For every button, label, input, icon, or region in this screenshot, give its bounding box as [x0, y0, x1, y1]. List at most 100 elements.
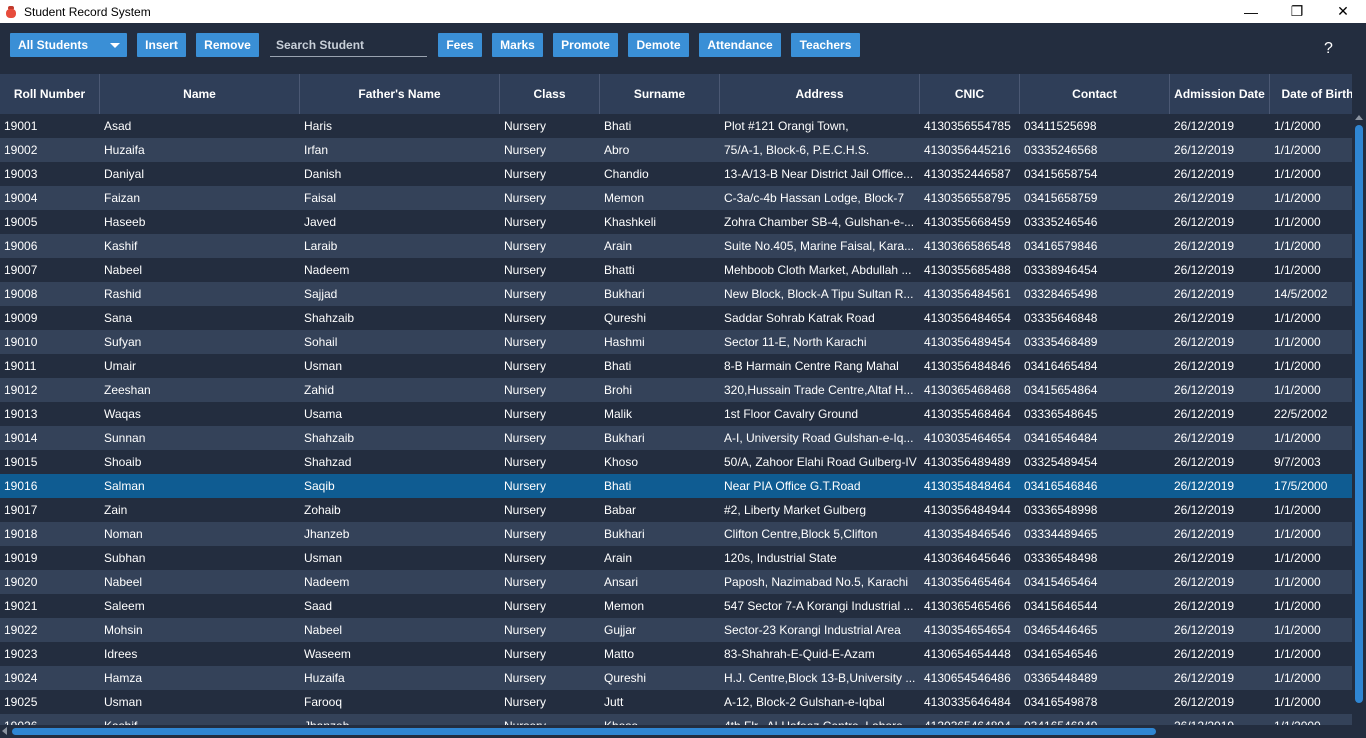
- promote-button[interactable]: Promote: [553, 33, 618, 57]
- column-header[interactable]: CNIC: [920, 74, 1020, 114]
- table-row[interactable]: 19018 Noman Jhanzeb Nursery Bukhari Clifton C…: [0, 522, 1352, 546]
- scroll-left-icon[interactable]: [2, 727, 7, 735]
- insert-button[interactable]: Insert: [137, 33, 186, 57]
- table-cell: Noman: [104, 527, 143, 541]
- column-header[interactable]: Class: [500, 74, 600, 114]
- title-bar: Student Record System — ❐ ✕: [0, 0, 1366, 23]
- table-cell: Haseeb: [104, 215, 146, 229]
- table-cell: 4130356465464: [924, 575, 1011, 589]
- table-row[interactable]: 19003 Daniyal Danish Nursery Chandio 13-A/13-…: [0, 162, 1352, 186]
- attendance-button[interactable]: Attendance: [699, 33, 781, 57]
- table-row[interactable]: 19005 Haseeb Javed Nursery Khashkeli Zohra Ch…: [0, 210, 1352, 234]
- fees-button[interactable]: Fees: [438, 33, 482, 57]
- table-row[interactable]: 19002 Huzaifa Irfan Nursery Abro 75/A-1, Bloc…: [0, 138, 1352, 162]
- column-header[interactable]: Address: [720, 74, 920, 114]
- table-row[interactable]: 19011 Umair Usman Nursery Bhati 8-B Harmain C…: [0, 354, 1352, 378]
- table-row[interactable]: 19016 Salman Saqib Nursery Bhati Near PIA Off…: [0, 474, 1352, 498]
- table-cell: 4130356554785: [924, 119, 1011, 133]
- table-cell: Nursery: [504, 191, 547, 205]
- table-cell: 1/1/2000: [1274, 383, 1321, 397]
- table-cell: Sana: [104, 311, 133, 325]
- table-cell: 4130352446587: [924, 167, 1011, 181]
- table-body: 19001 Asad Haris Nursery Bhati Plot #121 Oran…: [0, 114, 1352, 725]
- table-row[interactable]: 19013 Waqas Usama Nursery Malik 1st Floor Cav…: [0, 402, 1352, 426]
- marks-button[interactable]: Marks: [492, 33, 543, 57]
- scroll-corner: [1352, 725, 1366, 738]
- column-header[interactable]: Admission Date: [1170, 74, 1270, 114]
- table-cell: 1/1/2000: [1274, 167, 1321, 181]
- table-cell: Nursery: [504, 575, 547, 589]
- table-cell: 26/12/2019: [1174, 503, 1235, 517]
- scroll-up-icon[interactable]: [1355, 115, 1363, 120]
- horizontal-scrollbar[interactable]: [0, 725, 1366, 738]
- table-row[interactable]: 19021 Saleem Saad Nursery Memon 547 Sector 7-…: [0, 594, 1352, 618]
- table-cell: 26/12/2019: [1174, 551, 1235, 565]
- vertical-scroll-thumb[interactable]: [1355, 125, 1363, 703]
- table-cell: 1/1/2000: [1274, 215, 1321, 229]
- remove-button[interactable]: Remove: [196, 33, 259, 57]
- table-row[interactable]: 19010 Sufyan Sohail Nursery Hashmi Sector 11-…: [0, 330, 1352, 354]
- column-header[interactable]: Name: [100, 74, 300, 114]
- table-cell: Nursery: [504, 311, 547, 325]
- table-row[interactable]: 19020 Nabeel Nadeem Nursery Ansari Paposh, Na…: [0, 570, 1352, 594]
- table-row[interactable]: 19014 Sunnan Shahzaib Nursery Bukhari A-I, Un…: [0, 426, 1352, 450]
- table-cell: Saqib: [304, 479, 335, 493]
- table-cell: Chandio: [604, 167, 649, 181]
- table-header: Roll Number Name Father's Name Class Surname…: [0, 74, 1352, 114]
- minimize-button[interactable]: —: [1228, 0, 1274, 23]
- close-button[interactable]: ✕: [1320, 0, 1366, 23]
- table-row[interactable]: 19023 Idrees Waseem Nursery Matto 83-Shahrah-…: [0, 642, 1352, 666]
- student-filter-dropdown[interactable]: All Students: [10, 33, 127, 57]
- table-row[interactable]: 19026KashifJhanzebNurseryKhoso4th Flr., …: [0, 714, 1352, 725]
- column-header[interactable]: Roll Number: [0, 74, 100, 114]
- maximize-button[interactable]: ❐: [1274, 0, 1320, 23]
- column-header[interactable]: Date of Birth: [1270, 74, 1353, 114]
- table-cell: Brohi: [604, 383, 633, 397]
- table-cell: 4130364645646: [924, 551, 1011, 565]
- table-cell: 1/1/2000: [1274, 311, 1321, 325]
- vertical-scrollbar[interactable]: [1352, 114, 1366, 725]
- table-cell: 320,Hussain Trade Centre,Altaf H...: [724, 383, 914, 397]
- table-cell: Farooq: [304, 695, 343, 709]
- column-header[interactable]: Contact: [1020, 74, 1170, 114]
- table-cell: A-I, University Road Gulshan-e-Iq...: [724, 431, 914, 445]
- search-input[interactable]: Search Student: [270, 34, 427, 57]
- table-cell: 19015: [4, 455, 38, 469]
- table-cell: 26/12/2019: [1174, 647, 1235, 661]
- table-row[interactable]: 19007 Nabeel Nadeem Nursery Bhatti Mehboob Cl…: [0, 258, 1352, 282]
- table-cell: 9/7/2003: [1274, 455, 1321, 469]
- table-cell: Kashif: [104, 239, 138, 253]
- table-cell: Sunnan: [104, 431, 146, 445]
- table-cell: Zeeshan: [104, 383, 151, 397]
- table-row[interactable]: 19019 Subhan Usman Nursery Arain 120s, Indust…: [0, 546, 1352, 570]
- table-cell: Usman: [304, 551, 343, 565]
- table-cell: Plot #121 Orangi Town,: [724, 119, 849, 133]
- table-cell: 8-B Harmain Centre Rang Mahal: [724, 359, 899, 373]
- table-row[interactable]: 19025 Usman Farooq Nursery Jutt A-12, Block-2…: [0, 690, 1352, 714]
- table-row[interactable]: 19009 Sana Shahzaib Nursery Qureshi Saddar So…: [0, 306, 1352, 330]
- table-row[interactable]: 19024 Hamza Huzaifa Nursery Qureshi H.J. Cent…: [0, 666, 1352, 690]
- table-row[interactable]: 19022 Mohsin Nabeel Nursery Gujjar Sector-23 …: [0, 618, 1352, 642]
- table-row[interactable]: 19015 Shoaib Shahzad Nursery Khoso 50/A, Zaho…: [0, 450, 1352, 474]
- table-row[interactable]: 19006 Kashif Laraib Nursery Arain Suite No.40…: [0, 234, 1352, 258]
- horizontal-scroll-thumb[interactable]: [12, 728, 1156, 735]
- table-cell: 03328465498: [1024, 287, 1098, 301]
- table-cell: Sufyan: [104, 335, 142, 349]
- table-cell: 03335246546: [1024, 215, 1098, 229]
- column-header[interactable]: Father's Name: [300, 74, 500, 114]
- column-header[interactable]: Surname: [600, 74, 720, 114]
- table-cell: Ansari: [604, 575, 639, 589]
- table-cell: 19012: [4, 383, 38, 397]
- table-cell: 1/1/2000: [1274, 671, 1321, 685]
- table-cell: 4th Flr., Al-Hafeez Centre, Lahore: [720, 714, 920, 725]
- table-row[interactable]: 19004 Faizan Faisal Nursery Memon C-3a/c-4b …: [0, 186, 1352, 210]
- table-row[interactable]: 19001 Asad Haris Nursery Bhati Plot #121 Oran…: [0, 114, 1352, 138]
- table-cell: 03415658754: [1024, 167, 1098, 181]
- table-row[interactable]: 19012 Zeeshan Zahid Nursery Brohi 320,Hussain…: [0, 378, 1352, 402]
- teachers-button[interactable]: Teachers: [791, 33, 860, 57]
- table-row[interactable]: 19008 Rashid Sajjad Nursery Bukhari New Block…: [0, 282, 1352, 306]
- help-button[interactable]: ?: [1324, 40, 1333, 58]
- demote-button[interactable]: Demote: [628, 33, 689, 57]
- table-row[interactable]: 19017 Zain Zohaib Nursery Babar #2, Liberty M…: [0, 498, 1352, 522]
- table-cell: 4130335646484: [924, 695, 1011, 709]
